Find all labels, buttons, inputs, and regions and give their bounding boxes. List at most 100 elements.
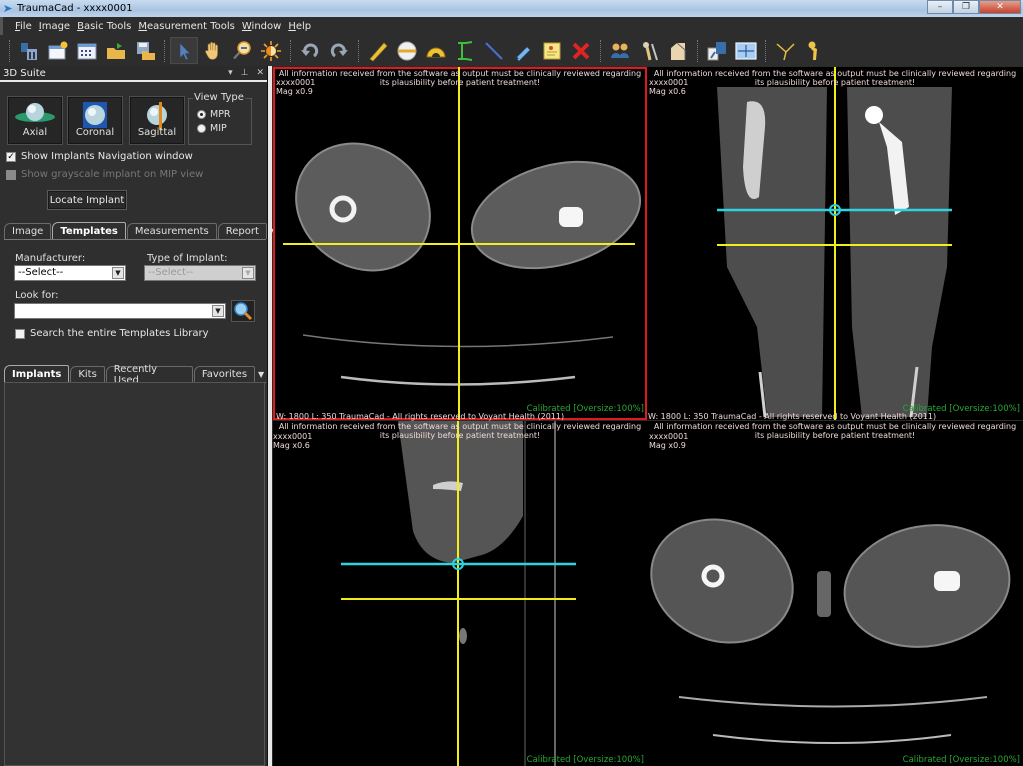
magnification: Mag x0.6 bbox=[649, 87, 686, 96]
new-image-button[interactable] bbox=[44, 37, 72, 64]
ruler-button[interactable] bbox=[364, 37, 392, 64]
axial-view-button[interactable]: Axial bbox=[7, 96, 63, 145]
tab-favorites[interactable]: Favorites bbox=[193, 366, 256, 382]
locate-implant-button[interactable]: Locate Implant bbox=[47, 190, 127, 210]
gallery-button[interactable] bbox=[73, 37, 101, 64]
toolbar bbox=[0, 35, 1023, 66]
dropdown-arrow-icon: ▼ bbox=[212, 305, 224, 317]
zoom-button[interactable] bbox=[228, 37, 256, 64]
tab-templates[interactable]: Templates bbox=[52, 222, 126, 239]
search-icon bbox=[234, 302, 253, 321]
implants-list[interactable] bbox=[4, 382, 265, 766]
pan-hand-icon bbox=[205, 41, 218, 60]
panel-header: 3D Suite ▾ ⊥ ✕ bbox=[0, 66, 267, 82]
clinical-warning: All information received from the softwa… bbox=[653, 69, 1017, 87]
viewport-footer: W: 1800 L: 350 TraumaCad - All rights re… bbox=[276, 412, 565, 421]
pen-icon bbox=[515, 46, 531, 61]
panel-menu-icon[interactable]: ▾ bbox=[228, 68, 233, 78]
menu-help[interactable]: Help bbox=[288, 21, 311, 32]
axial-label: Axial bbox=[22, 127, 48, 138]
caliper-button[interactable] bbox=[451, 37, 479, 64]
new-image-icon bbox=[48, 41, 68, 59]
redo-button[interactable] bbox=[325, 37, 353, 64]
show-nav-window-checkbox[interactable]: ✓ Show Implants Navigation window bbox=[6, 151, 193, 162]
sagittal-label: Sagittal bbox=[137, 127, 177, 138]
pointer-button[interactable] bbox=[170, 37, 198, 64]
viewport-sagittal[interactable]: All information received from the softwa… bbox=[273, 421, 647, 766]
pan-button[interactable] bbox=[199, 37, 227, 64]
clinical-warning: All information received from the softwa… bbox=[278, 69, 642, 87]
tab-implants[interactable]: Implants bbox=[4, 365, 70, 382]
circle-button[interactable] bbox=[393, 37, 421, 64]
subtabs-overflow-icon[interactable]: ▼ bbox=[256, 370, 266, 379]
pen-button[interactable] bbox=[509, 37, 537, 64]
line-button[interactable] bbox=[480, 37, 508, 64]
menu-measurement-tools[interactable]: Measurement Tools bbox=[138, 21, 234, 32]
radio-selected-icon bbox=[197, 110, 206, 119]
search-library-checkbox[interactable]: Search the entire Templates Library bbox=[15, 328, 209, 339]
menu-file[interactable]: File bbox=[15, 21, 32, 32]
implant-type-select[interactable]: --Select-- ▼ bbox=[144, 265, 256, 281]
toolbar-grip[interactable] bbox=[9, 39, 11, 62]
gallery-icon bbox=[77, 43, 97, 59]
note-button[interactable] bbox=[538, 37, 566, 64]
toolbar-separator bbox=[164, 39, 166, 62]
split-view-button[interactable] bbox=[703, 37, 731, 64]
restore-button[interactable]: ❐ bbox=[953, 0, 979, 14]
sagittal-view-button[interactable]: Sagittal bbox=[129, 96, 185, 145]
panel-tabs: Image Templates Measurements Report ▼ bbox=[4, 222, 274, 240]
show-grayscale-checkbox[interactable]: Show grayscale implant on MIP view bbox=[6, 169, 203, 180]
panel-splitter[interactable] bbox=[268, 66, 272, 766]
patient-id: xxxx0001 bbox=[649, 432, 689, 441]
clinical-warning: All information received from the softwa… bbox=[653, 422, 1017, 440]
delete-button[interactable] bbox=[567, 37, 595, 64]
tab-image[interactable]: Image bbox=[4, 223, 52, 239]
calibration-status: Calibrated [Oversize:100%] bbox=[902, 755, 1020, 765]
layout-icon bbox=[735, 41, 757, 60]
tab-report[interactable]: Report bbox=[217, 223, 267, 239]
hip-template-button[interactable] bbox=[635, 37, 663, 64]
tab-kits[interactable]: Kits bbox=[70, 366, 105, 382]
protractor-button[interactable] bbox=[422, 37, 450, 64]
close-window-button[interactable]: ✕ bbox=[979, 0, 1021, 14]
patient-button[interactable] bbox=[15, 37, 43, 64]
menu-basic-tools[interactable]: Basic Tools bbox=[77, 21, 131, 32]
coronal-view-button[interactable]: Coronal bbox=[67, 96, 123, 145]
viewport-coronal[interactable]: All information received from the softwa… bbox=[647, 67, 1023, 420]
knee-template-button[interactable] bbox=[664, 37, 692, 64]
menu-image[interactable]: Image bbox=[39, 21, 70, 32]
viewport-axial-2[interactable]: All information received from the softwa… bbox=[647, 421, 1023, 766]
mip-radio[interactable]: MIP bbox=[197, 123, 227, 134]
tab-measurements[interactable]: Measurements bbox=[126, 223, 217, 239]
protractor-icon bbox=[426, 47, 446, 57]
undo-icon bbox=[301, 43, 319, 57]
clinical-warning: All information received from the softwa… bbox=[278, 422, 642, 440]
angle-tool-icon bbox=[776, 42, 795, 60]
tab-recently-used[interactable]: Recently Used bbox=[105, 364, 193, 386]
mpr-radio[interactable]: MPR bbox=[197, 109, 231, 120]
panel-title: 3D Suite bbox=[3, 67, 46, 79]
menu-window[interactable]: Window bbox=[242, 21, 281, 32]
brightness-button[interactable] bbox=[257, 37, 285, 64]
magnification: Mag x0.6 bbox=[273, 441, 310, 450]
undo-button[interactable] bbox=[296, 37, 324, 64]
femur-button[interactable] bbox=[800, 37, 828, 64]
viewport-axial[interactable]: All information received from the softwa… bbox=[273, 67, 647, 420]
patient-id: xxxx0001 bbox=[273, 432, 313, 441]
show-nav-window-label: Show Implants Navigation window bbox=[21, 151, 193, 162]
look-for-input[interactable]: ▼ bbox=[14, 303, 226, 319]
save-button[interactable] bbox=[131, 37, 159, 64]
delete-icon bbox=[572, 42, 590, 59]
angle-tool-button[interactable] bbox=[771, 37, 799, 64]
manufacturer-select[interactable]: --Select-- ▼ bbox=[14, 265, 126, 281]
compare-button[interactable] bbox=[606, 37, 634, 64]
pin-icon[interactable]: ⊥ bbox=[241, 68, 249, 78]
minimize-button[interactable]: – bbox=[927, 0, 953, 14]
panel-close-icon[interactable]: ✕ bbox=[256, 68, 264, 78]
mip-label: MIP bbox=[210, 123, 227, 134]
layout-button[interactable] bbox=[732, 37, 760, 64]
open-button[interactable] bbox=[102, 37, 130, 64]
compare-icon bbox=[611, 43, 629, 58]
ct-axial-image bbox=[283, 67, 642, 420]
search-button[interactable] bbox=[231, 300, 255, 322]
